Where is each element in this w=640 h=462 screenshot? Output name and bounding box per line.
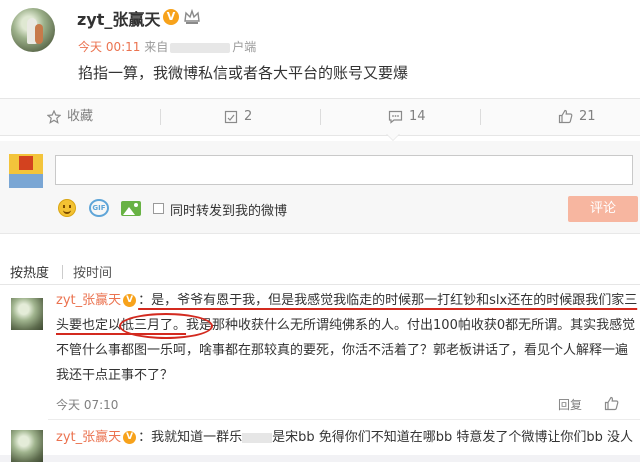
comment-composer: GIF 同时转发到我的微博 评论 — [0, 141, 640, 234]
post-meta: 今天 00:11 来自 户端 — [78, 38, 256, 55]
post-action-bar: 收藏 2 14 21 — [0, 98, 640, 136]
comment-sort-bar: 按热度 按时间 — [0, 258, 640, 285]
comment-input[interactable] — [55, 155, 633, 185]
repost-checkbox-label[interactable]: 同时转发到我的微博 — [170, 200, 287, 219]
current-user-avatar[interactable] — [9, 154, 43, 188]
repost-checkbox[interactable] — [153, 203, 164, 214]
like-count: 21 — [579, 109, 596, 124]
comment-verified-icon: V — [123, 431, 137, 444]
like-icon — [558, 109, 573, 124]
comment-text: ：我就知道一群乐 — [138, 430, 243, 445]
comment-text-tail: 是宋bb 免得你们不知道在哪bb 特意发了个微博让你们bb 没人 — [272, 430, 634, 445]
action-separator — [160, 109, 161, 125]
comment-avatar[interactable] — [11, 298, 43, 330]
comment-avatar[interactable] — [11, 430, 43, 462]
source-redacted — [170, 42, 231, 53]
comment-reply-button[interactable]: 回复 — [558, 396, 582, 413]
comment-author[interactable]: zyt_张赢天 — [56, 293, 121, 308]
repost-count: 2 — [244, 109, 253, 124]
sort-by-time-tab[interactable]: 按时间 — [73, 262, 112, 281]
comment-body: zyt_张赢天 V ：我就知道一群乐 是宋bb 免得你们不知道在哪bb 特意发了个微博… — [56, 425, 638, 450]
comment-time: 今天 07:10 — [56, 398, 119, 412]
post-source-prefix: 来自 — [144, 40, 169, 54]
comment-like-icon[interactable] — [604, 396, 619, 411]
favorite-label: 收藏 — [67, 109, 94, 124]
picture-icon[interactable] — [121, 201, 141, 216]
favorite-icon — [47, 109, 61, 124]
action-separator — [480, 109, 481, 125]
comment-body: zyt_张赢天 V ：是，爷爷有恩于我，但是我感觉我临走的时候那一打红钞和slx还在… — [56, 288, 638, 388]
comment-button[interactable]: 14 — [388, 99, 426, 135]
verified-badge-icon: V — [163, 9, 179, 25]
like-button[interactable]: 21 — [558, 99, 596, 135]
post-author-avatar[interactable] — [11, 8, 55, 52]
gif-icon[interactable]: GIF — [89, 199, 109, 217]
post-time[interactable]: 今天 00:11 — [78, 40, 140, 54]
weibo-card: zyt_张赢天 V 今天 00:11 来自 户端 掐指一算，我微博私信或者各大平台… — [0, 0, 640, 462]
comment-count: 14 — [409, 109, 426, 124]
comment-submit-button[interactable]: 评论 — [568, 196, 638, 222]
sort-separator — [62, 265, 63, 279]
comment-verified-icon: V — [123, 294, 137, 307]
comment-divider — [48, 419, 640, 420]
emoji-icon[interactable] — [58, 199, 76, 217]
favorite-button[interactable]: 收藏 — [47, 99, 93, 135]
post-source-suffix[interactable]: 户端 — [232, 40, 256, 54]
action-separator — [320, 109, 321, 125]
repost-button[interactable]: 2 — [224, 99, 252, 135]
comment-icon — [388, 110, 403, 124]
crown-icon[interactable] — [183, 8, 201, 26]
comment-author[interactable]: zyt_张赢天 — [56, 430, 121, 445]
comment-redacted — [242, 432, 273, 443]
sort-by-hot-tab[interactable]: 按热度 — [10, 262, 49, 281]
annotation-circle — [119, 313, 213, 339]
post-author-name[interactable]: zyt_张赢天 — [77, 6, 160, 30]
comment-pointer-inner — [387, 134, 399, 140]
repost-icon — [224, 110, 238, 123]
post-text: 掐指一算，我微博私信或者各大平台的账号又要爆 — [78, 64, 409, 82]
